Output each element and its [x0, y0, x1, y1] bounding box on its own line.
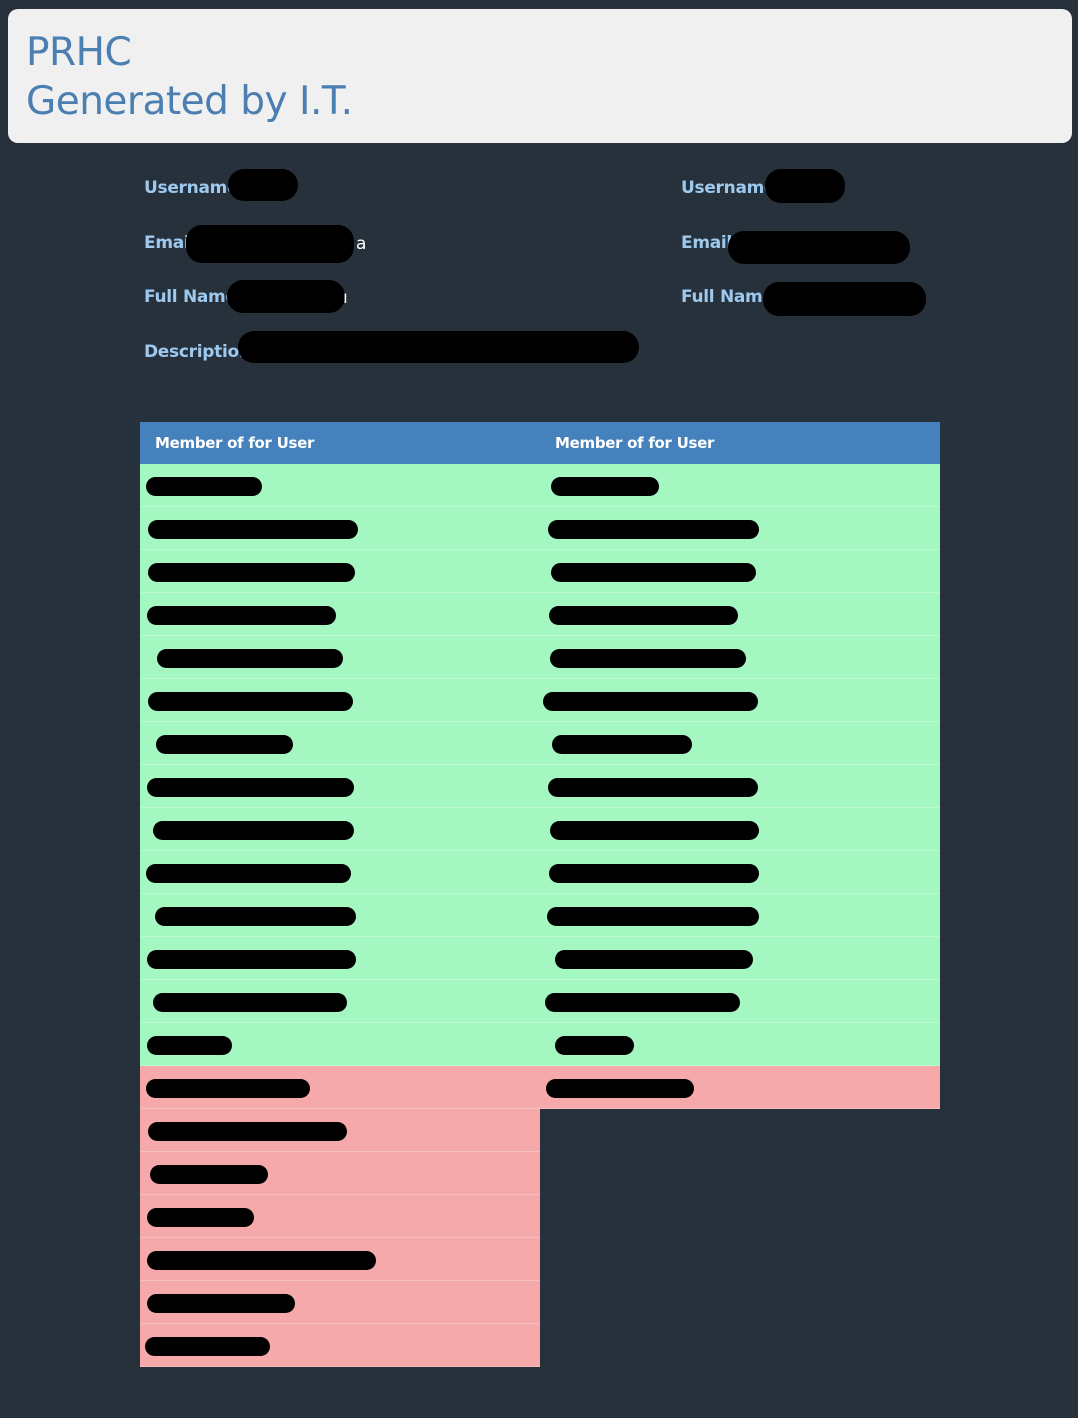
redacted-group	[555, 1036, 634, 1055]
redacted-group	[147, 1036, 232, 1055]
redacted-group	[147, 1294, 295, 1313]
redacted-description	[238, 331, 639, 363]
redacted-username-right	[765, 169, 845, 203]
redacted-username-left	[228, 169, 298, 201]
redacted-group	[148, 692, 353, 711]
table-row	[540, 550, 940, 593]
member-of-table-right: Member of for User	[540, 422, 940, 1109]
redacted-group	[153, 993, 347, 1012]
table-row	[540, 894, 940, 937]
table-row	[540, 1066, 940, 1109]
table-row	[140, 464, 540, 507]
table-row	[540, 722, 940, 765]
table-row	[140, 808, 540, 851]
table-row	[140, 636, 540, 679]
table-row	[140, 1152, 540, 1195]
report-header: PRHC Generated by I.T.	[8, 9, 1072, 143]
redacted-group	[148, 563, 355, 582]
redacted-group	[548, 520, 759, 539]
email-label-right: Email	[681, 233, 732, 253]
table-row	[140, 851, 540, 894]
redacted-group	[146, 864, 351, 883]
member-of-table-left: Member of for User	[140, 422, 540, 1367]
username-label-left: Username	[144, 178, 239, 198]
table-row	[540, 765, 940, 808]
redacted-group	[156, 735, 293, 754]
table-row	[140, 894, 540, 937]
redacted-group	[549, 606, 738, 625]
table-row	[540, 464, 940, 507]
table-row	[140, 507, 540, 550]
redacted-group	[147, 1208, 254, 1227]
table-row	[540, 679, 940, 722]
fullname-label-right: Full Name	[681, 287, 774, 307]
redacted-group	[549, 864, 759, 883]
redacted-group	[147, 950, 356, 969]
redacted-group	[555, 950, 753, 969]
redacted-group	[148, 1122, 347, 1141]
fullname-label-left: Full Name	[144, 287, 237, 307]
redacted-group	[146, 1079, 310, 1098]
table-row	[540, 937, 940, 980]
redacted-email-left	[186, 225, 354, 263]
table-row	[540, 1023, 940, 1066]
redacted-group	[546, 1079, 694, 1098]
table-row	[540, 636, 940, 679]
redacted-group	[548, 778, 758, 797]
report-title: PRHC	[26, 30, 132, 75]
redacted-group	[146, 477, 262, 496]
redacted-group	[147, 778, 354, 797]
redacted-group	[147, 606, 336, 625]
table-header-right: Member of for User	[540, 422, 940, 464]
table-row	[140, 1109, 540, 1152]
redacted-group	[155, 907, 356, 926]
table-row	[140, 1324, 540, 1367]
table-row	[140, 722, 540, 765]
redacted-group	[150, 1165, 268, 1184]
table-row	[540, 507, 940, 550]
report-subtitle: Generated by I.T.	[26, 79, 353, 124]
redacted-group	[550, 649, 746, 668]
table-row	[140, 679, 540, 722]
fullname-suffix-left: ı	[343, 288, 348, 308]
redacted-group	[551, 477, 659, 496]
redacted-group	[545, 993, 740, 1012]
table-row	[540, 808, 940, 851]
table-row	[140, 980, 540, 1023]
table-row	[140, 1281, 540, 1324]
redacted-group	[543, 692, 758, 711]
table-row	[140, 765, 540, 808]
redacted-group	[552, 735, 692, 754]
redacted-group	[153, 821, 354, 840]
redacted-fullname-right	[763, 282, 926, 316]
email-suffix-left: a	[356, 234, 367, 254]
redacted-group	[550, 821, 759, 840]
username-label-right: Username	[681, 178, 776, 198]
table-row	[140, 1023, 540, 1066]
redacted-email-right	[728, 231, 910, 264]
table-row	[140, 550, 540, 593]
redacted-group	[147, 1251, 376, 1270]
redacted-group	[148, 520, 358, 539]
table-row	[540, 593, 940, 636]
description-label: Description	[144, 342, 251, 362]
table-header-left: Member of for User	[140, 422, 540, 464]
table-row	[140, 593, 540, 636]
table-row	[140, 1066, 540, 1109]
redacted-group	[157, 649, 343, 668]
table-row	[540, 980, 940, 1023]
redacted-fullname-left	[227, 280, 345, 313]
redacted-group	[547, 907, 759, 926]
table-row	[140, 937, 540, 980]
redacted-group	[145, 1337, 270, 1356]
table-row	[140, 1238, 540, 1281]
redacted-group	[551, 563, 756, 582]
table-row	[540, 851, 940, 894]
table-row	[140, 1195, 540, 1238]
